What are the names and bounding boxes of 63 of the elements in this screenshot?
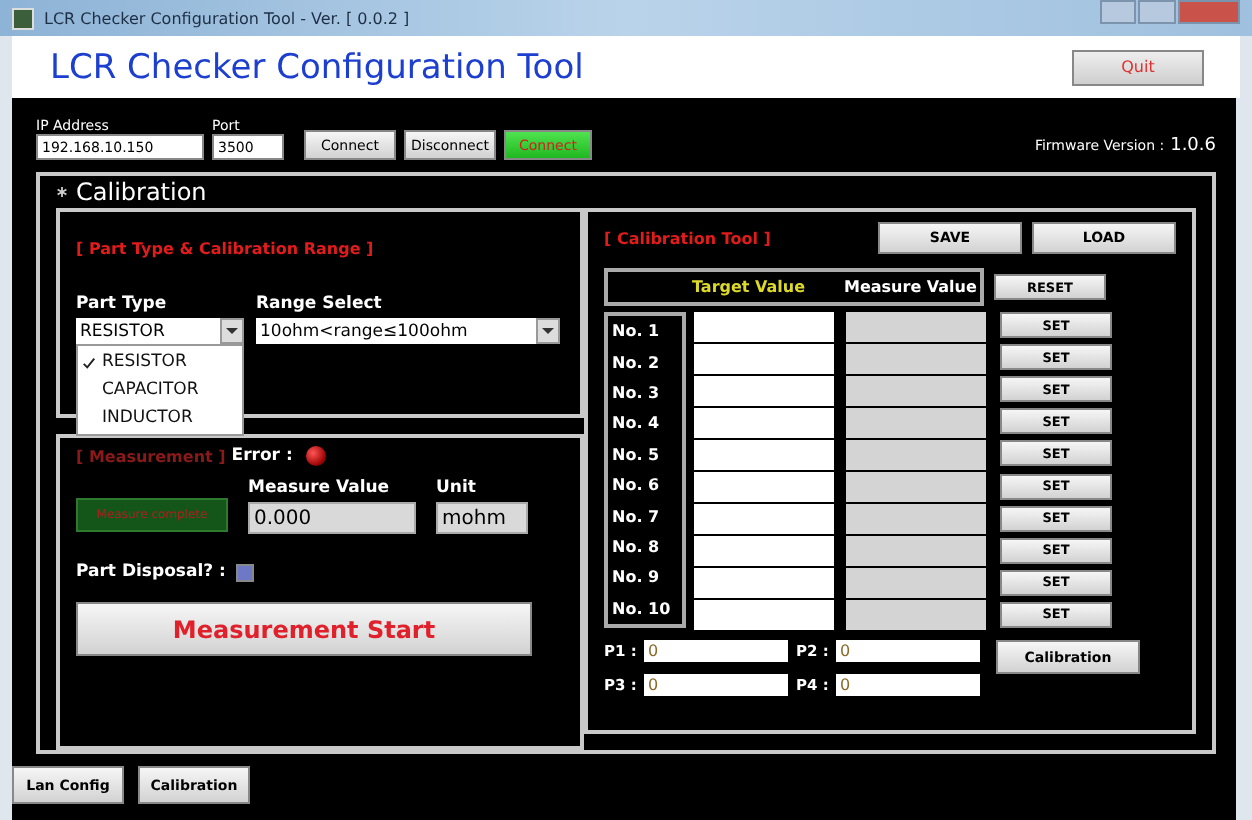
target-value-field[interactable] [694, 472, 834, 502]
target-value-field[interactable] [694, 312, 834, 342]
target-value-field[interactable] [694, 344, 834, 374]
target-value-field[interactable] [694, 440, 834, 470]
asterisk-icon[interactable] [56, 186, 68, 198]
measure-value-field[interactable] [846, 600, 986, 630]
unit-label: Unit [436, 478, 478, 498]
group-title: [ Measurement ] [76, 447, 226, 465]
firmware-version: 1.0.6 [1170, 136, 1216, 156]
range-select-label: Range Select [256, 294, 384, 314]
param-field[interactable]: 0 [836, 640, 980, 662]
dropdown-option[interactable]: INDUCTOR [78, 404, 242, 432]
row-label: No. 10 [612, 599, 673, 618]
target-value-field[interactable] [694, 536, 834, 566]
measure-value-field[interactable] [846, 408, 986, 438]
dropdown-option[interactable]: CAPACITOR [78, 376, 242, 404]
unit-field[interactable]: mohm [436, 502, 528, 534]
measure-value-field[interactable] [846, 568, 986, 598]
error-led-icon [306, 446, 327, 466]
part-type-dropdown[interactable]: RESISTOR [76, 318, 244, 344]
row-label: No. 5 [612, 445, 662, 464]
measure-value-field[interactable] [846, 376, 986, 406]
row-label: No. 3 [612, 383, 662, 402]
measure-value-label: Measure Value [248, 478, 392, 498]
measure-value-field[interactable] [846, 312, 986, 342]
target-value-field[interactable] [694, 376, 834, 406]
row-label: No. 9 [612, 568, 662, 587]
row-label: No. 1 [612, 322, 662, 341]
measure-value-field[interactable]: 0.000 [248, 502, 416, 534]
row-label: No. 6 [612, 476, 662, 495]
measure-value-field[interactable] [846, 504, 986, 534]
measurement-start-button[interactable]: Measurement Start [76, 602, 532, 656]
target-value-field[interactable] [694, 408, 834, 438]
column-header: Target Value [692, 278, 808, 296]
calibration-title: Calibration [76, 178, 207, 206]
measure-value-field[interactable] [846, 344, 986, 374]
target-value-field[interactable] [694, 504, 834, 534]
group-title: [ Part Type & Calibration Range ] [76, 240, 374, 258]
window-controls-icon[interactable] [1100, 0, 1240, 24]
app-title: LCR Checker Configuration Tool [50, 47, 584, 87]
error-label: Error : [231, 446, 293, 466]
target-value-field[interactable] [694, 568, 834, 598]
target-value-field[interactable] [694, 600, 834, 630]
dropdown-option[interactable]: RESISTOR [78, 348, 242, 376]
part-type-label: Part Type [76, 294, 169, 314]
checkbox[interactable] [235, 563, 254, 581]
row-label: No. 8 [612, 537, 662, 556]
param-field[interactable]: 0 [644, 640, 788, 662]
measure-value-field[interactable] [846, 440, 986, 470]
row-label: No. 2 [612, 353, 662, 372]
param-field[interactable]: 0 [836, 674, 980, 696]
measure-value-field[interactable] [846, 472, 986, 502]
window-title: LCR Checker Configuration Tool - Ver. [ 0.0.2 ] [44, 9, 412, 27]
param-field[interactable]: 0 [644, 674, 788, 696]
column-header: Measure Value [844, 278, 977, 296]
caret-icon [536, 318, 560, 344]
app-icon [12, 7, 34, 29]
measure-value-field[interactable] [846, 536, 986, 566]
row-label: No. 4 [612, 414, 662, 433]
range-dropdown[interactable]: 10ohm<range≤100ohm [256, 318, 560, 344]
part-disposal-label: Part Disposal? : [76, 562, 226, 582]
group-title: [ Calibration Tool ] [604, 229, 773, 247]
row-label: No. 7 [612, 507, 662, 526]
